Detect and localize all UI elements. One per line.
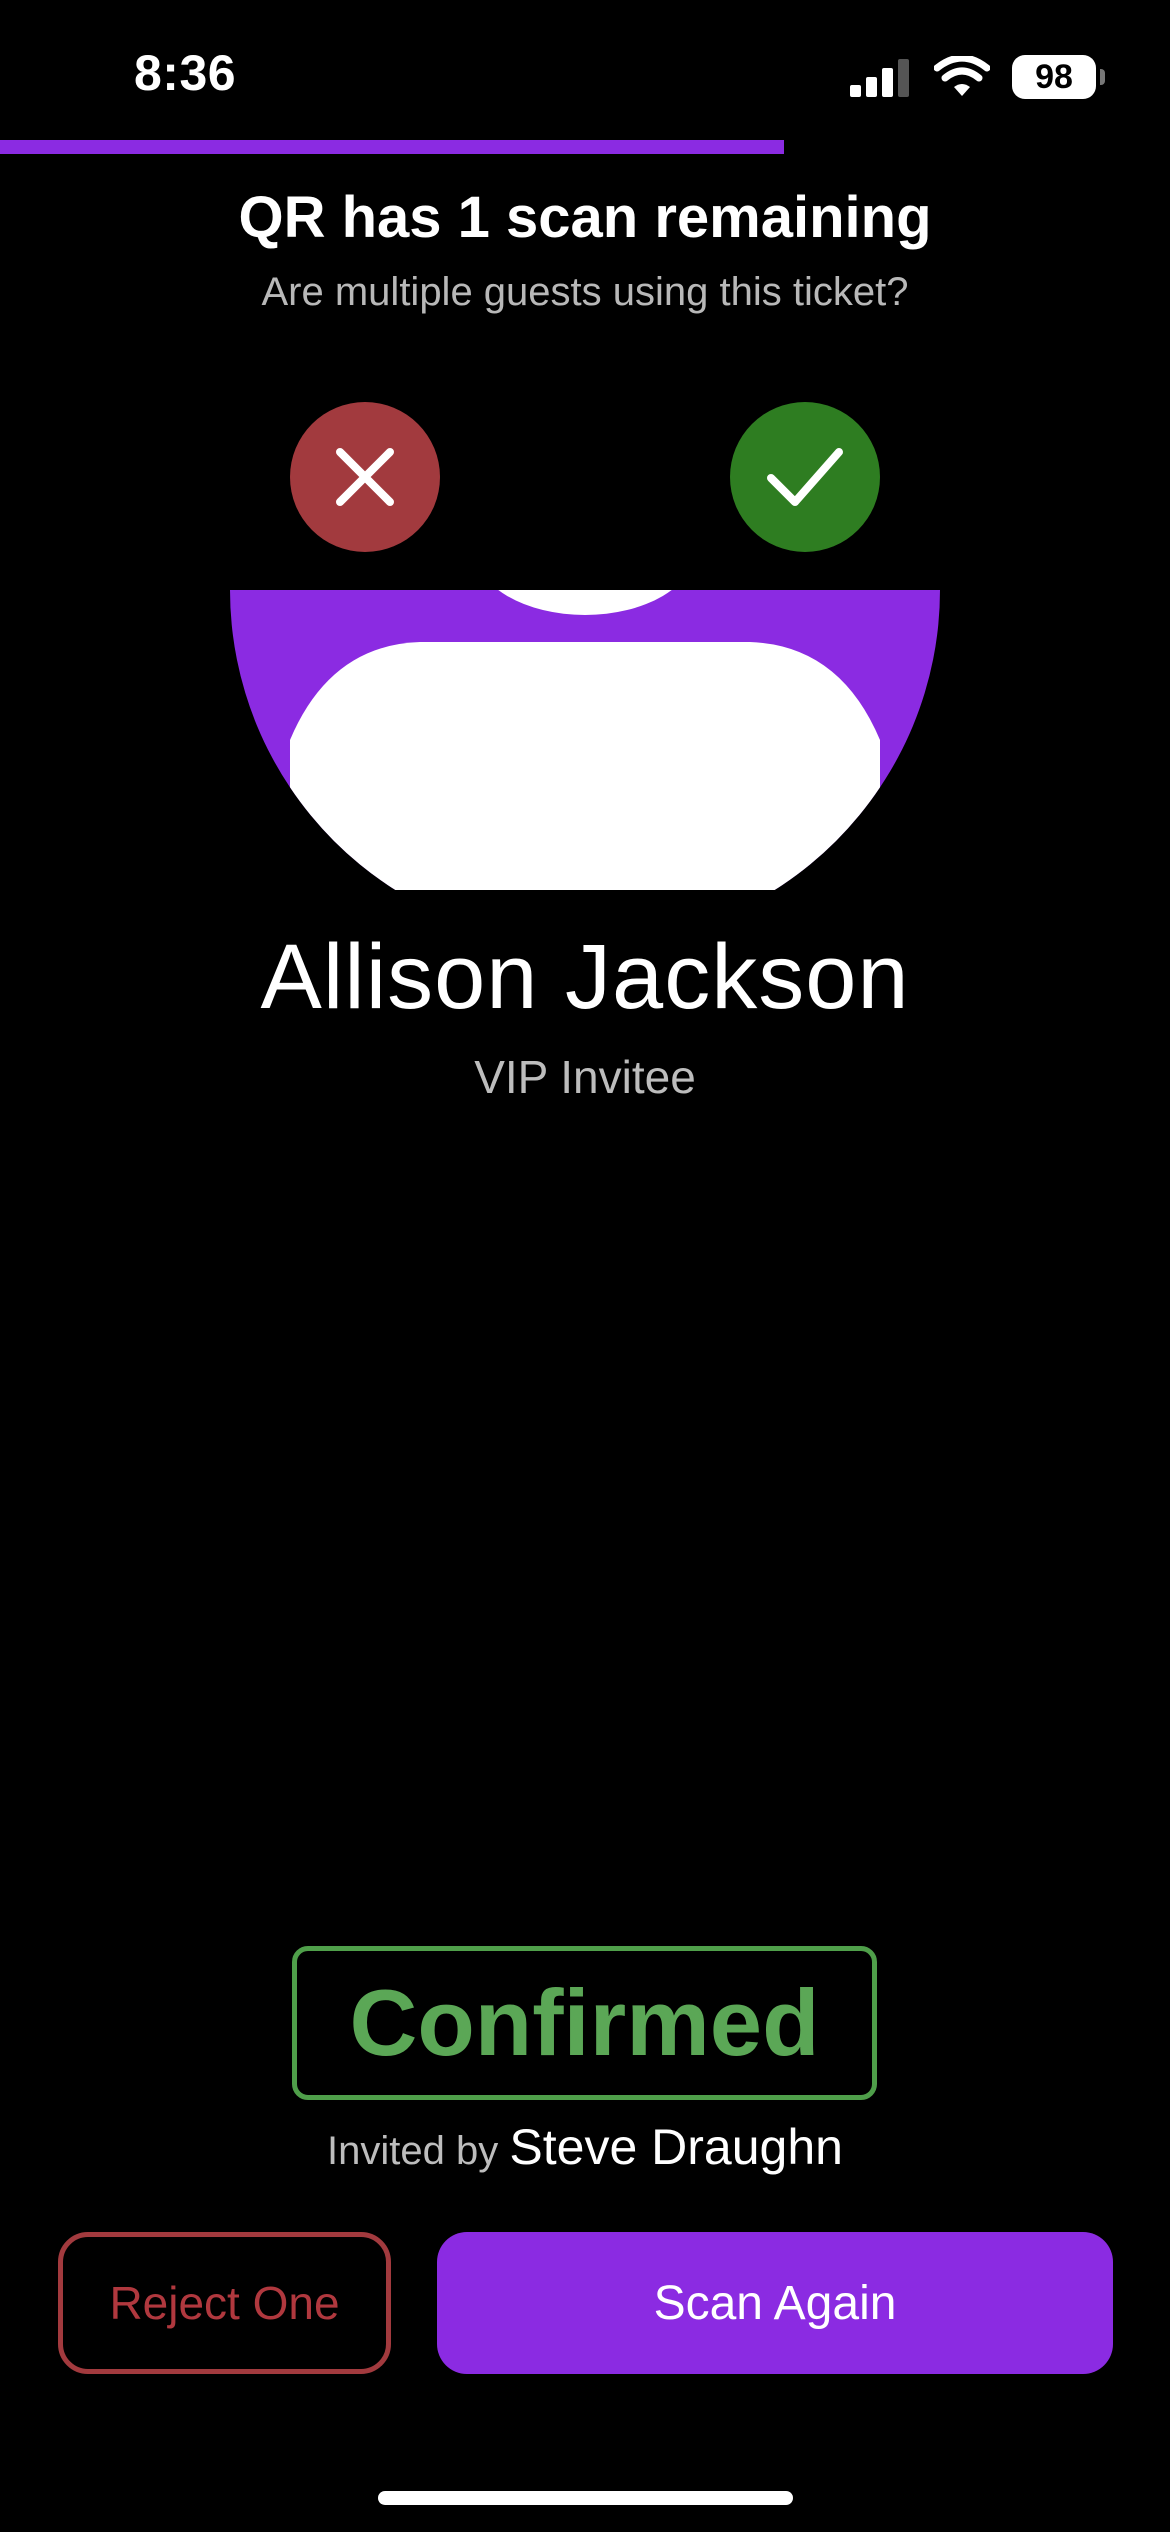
confirmed-status-badge: Confirmed xyxy=(292,1946,877,2100)
home-indicator xyxy=(378,2491,793,2505)
reject-one-button[interactable]: Reject One xyxy=(58,2232,391,2374)
guest-role: VIP Invitee xyxy=(474,1051,696,1103)
battery-icon: 98 xyxy=(1012,55,1105,99)
invited-by-label: Invited by xyxy=(327,2129,499,2173)
reject-guests-button[interactable] xyxy=(290,402,440,552)
cellular-signal-icon xyxy=(850,59,909,97)
close-icon xyxy=(336,448,394,506)
inviter-name: Steve Draughn xyxy=(509,2119,843,2175)
checkmark-icon xyxy=(767,448,843,506)
invited-by-line: Invited by Steve Draughn xyxy=(0,2118,1170,2176)
accept-guests-button[interactable] xyxy=(730,402,880,552)
status-icons: 98 xyxy=(850,52,1105,102)
guest-name: Allison Jackson xyxy=(260,926,910,1028)
scan-progress-bar xyxy=(0,140,1170,154)
scan-progress-fill xyxy=(0,140,784,154)
battery-level: 98 xyxy=(1035,57,1073,96)
status-time: 8:36 xyxy=(134,45,237,101)
multiple-guests-question: Are multiple guests using this ticket? xyxy=(261,270,909,314)
scan-again-button[interactable]: Scan Again xyxy=(437,2232,1113,2374)
wifi-icon xyxy=(934,56,990,96)
app-screen: 8:36 98 QR has 1 scan remaining Are mult… xyxy=(0,0,1170,2532)
status-bar: 8:36 98 xyxy=(0,0,1170,140)
person-avatar-icon xyxy=(230,590,940,890)
scan-remaining-title: QR has 1 scan remaining xyxy=(238,185,932,250)
